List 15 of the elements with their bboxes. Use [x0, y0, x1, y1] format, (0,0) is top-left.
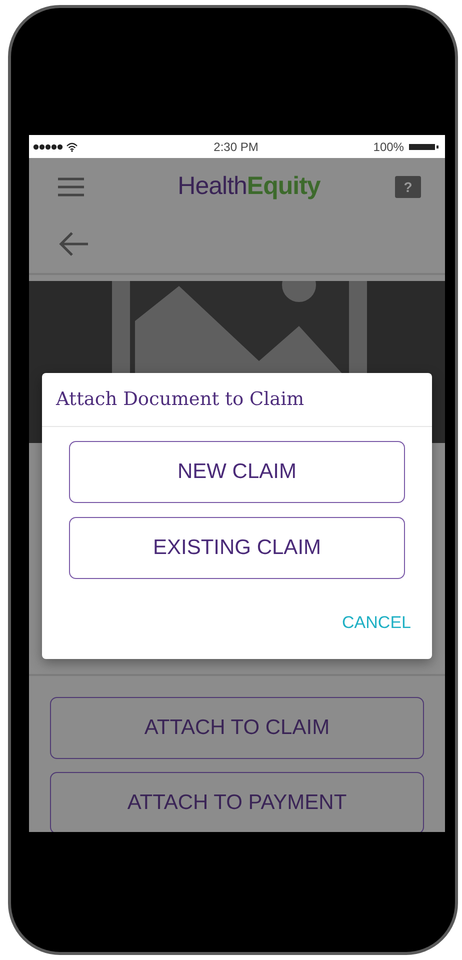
- menu-icon[interactable]: [57, 176, 85, 196]
- battery-icon: [408, 142, 439, 150]
- back-arrow-icon[interactable]: [59, 232, 89, 256]
- status-time: 2:30 PM: [214, 140, 258, 154]
- signal-icon: [33, 144, 63, 150]
- help-button[interactable]: ?: [394, 176, 421, 198]
- claim-option-button[interactable]: EXISTING CLAIM: [69, 517, 405, 579]
- cancel-button[interactable]: CANCEL: [342, 611, 411, 635]
- claim-option-button[interactable]: NEW CLAIM: [69, 441, 405, 503]
- wifi-icon: [66, 142, 78, 152]
- battery-percent: 100%: [373, 140, 404, 154]
- attach-button[interactable]: ATTACH TO PAYMENT: [50, 772, 424, 832]
- dialog-title: Attach Document to Claim: [42, 373, 432, 427]
- app-logo: HealthEquity: [178, 172, 320, 201]
- attach-button[interactable]: ATTACH TO CLAIM: [50, 697, 424, 759]
